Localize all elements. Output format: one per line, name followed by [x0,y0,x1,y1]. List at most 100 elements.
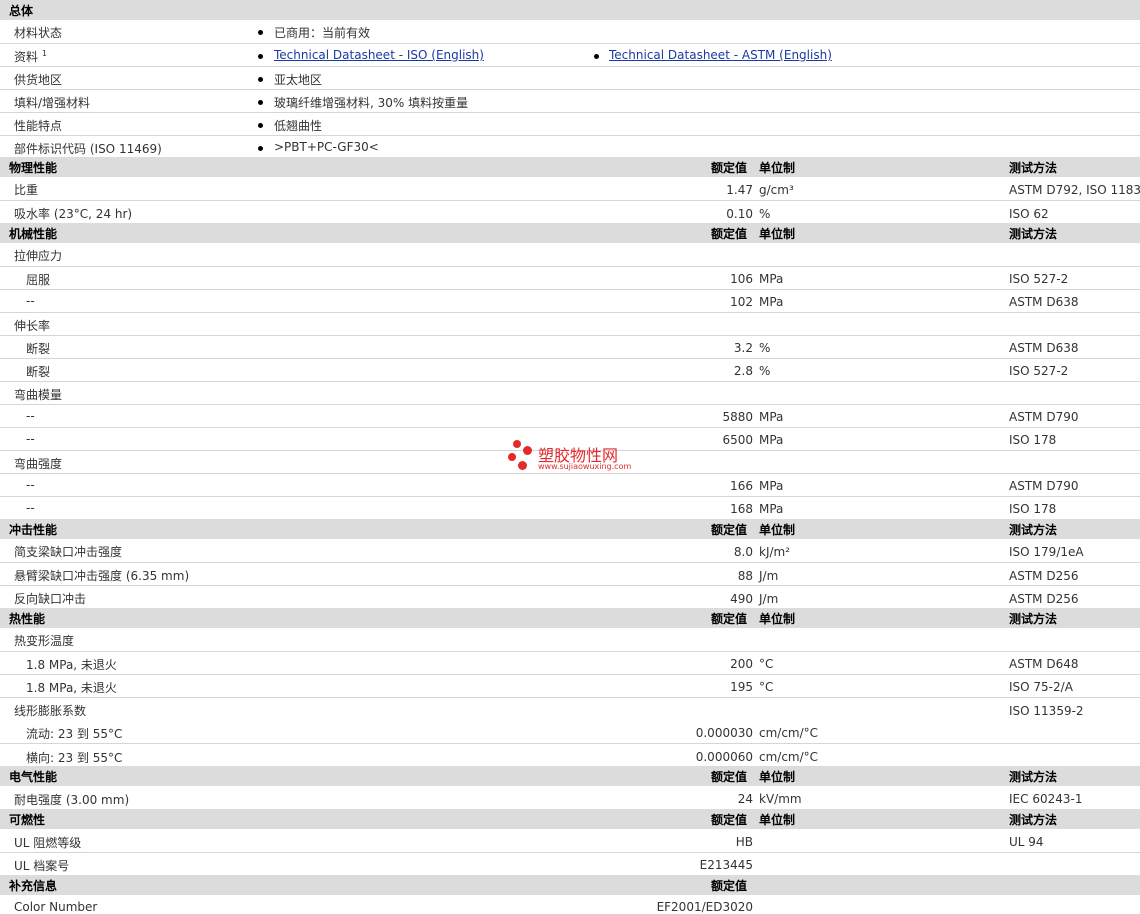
row-ul-rating: UL 阻燃等级 HB UL 94 [0,829,1140,852]
row-method: ISO 178 [1009,433,1057,447]
row-label: 反向缺口冲击 [14,592,87,606]
section-thermal: 热性能 额定值 单位制 测试方法 [0,608,1140,628]
row-marking-code: 部件标识代码 (ISO 11469) >PBT+PC-GF30< [0,135,1140,158]
row-clte-transverse: 横向: 23 到 55°C 0.000060 cm/cm/°C [0,743,1140,766]
row-value: 0.000060 [695,750,753,764]
row-label: 热变形温度 [14,634,75,648]
row-clte: 线形膨胀系数 ISO 11359-2 [0,697,1140,720]
row-label: Color Number [14,900,98,914]
section-additional: 补充信息 额定值 [0,875,1140,895]
header-unit: 单位制 [759,161,796,175]
row-method: ISO 527-2 [1009,272,1069,286]
row-value: 1.47 [726,183,753,197]
row-method: ASTM D792, ISO 1183 [1009,183,1140,197]
row-unit: MPa [759,433,784,447]
row-label: 1.8 MPa, 未退火 [26,681,117,695]
row-flexural-modulus: 弯曲模量 [0,381,1140,404]
row-unit: cm/cm/°C [759,750,819,764]
row-method: ASTM D790 [1009,479,1079,493]
row-ul-file: UL 档案号 E213445 [0,852,1140,875]
watermark-url: www.sujiaowuxing.com [538,462,632,471]
row-label: 供货地区 [14,73,63,87]
row-filler: 填料/增强材料 玻璃纤维增强材料, 30% 填料按重量 [0,89,1140,112]
row-value: EF2001/ED3020 [656,900,753,914]
row-water-absorption: 吸水率 (23°C, 24 hr) 0.10 % ISO 62 [0,200,1140,223]
header-nominal: 额定值 [711,161,748,175]
bullet-icon [594,54,599,59]
bullet-icon [258,123,263,128]
row-hdt: 热变形温度 [0,628,1140,651]
bullet-icon [258,77,263,82]
datasheet-astm-link[interactable]: Technical Datasheet - ASTM (English) [609,48,832,62]
row-tensile-stress: 拉伸应力 [0,243,1140,266]
header-unit: 单位制 [759,227,796,241]
row-value: 0.10 [726,207,753,221]
row-value: 200 [730,657,753,671]
header-nominal: 额定值 [711,813,748,827]
row-flexural-strength-iso: -- 168 MPa ISO 178 [0,496,1140,519]
row-value: 已商用：当前有效 [274,26,371,40]
section-flammability: 可燃性 额定值 单位制 测试方法 [0,809,1140,829]
bullet-icon [258,54,263,59]
section-title: 总体 [9,4,34,18]
row-label: 流动: 23 到 55°C [26,727,123,741]
header-method: 测试方法 [1009,813,1058,827]
row-value: HB [735,835,753,849]
row-label: 资料 1 [14,49,47,64]
bullet-icon [258,30,263,35]
header-unit: 单位制 [759,770,796,784]
header-nominal: 额定值 [711,770,748,784]
row-flexural-strength-astm: -- 166 MPa ASTM D790 [0,473,1140,496]
row-documents: 资料 1 Technical Datasheet - ISO (English)… [0,43,1140,66]
row-value: 166 [730,479,753,493]
row-label: UL 阻燃等级 [14,836,82,850]
row-unit: MPa [759,410,784,424]
row-method: UL 94 [1009,835,1044,849]
header-method: 测试方法 [1009,770,1058,784]
datasheet-iso-link[interactable]: Technical Datasheet - ISO (English) [274,48,484,62]
row-label: 填料/增强材料 [14,96,91,110]
row-label: UL 档案号 [14,859,70,873]
row-value: 195 [730,680,753,694]
header-nominal: 额定值 [711,879,748,893]
row-unit: MPa [759,272,784,286]
row-unit: MPa [759,479,784,493]
row-unit: MPa [759,295,784,309]
row-label: 简支梁缺口冲击强度 [14,545,123,559]
row-unit: °C [759,657,774,671]
row-label: 横向: 23 到 55°C [26,751,123,765]
row-clte-flow: 流动: 23 到 55°C 0.000030 cm/cm/°C [0,720,1140,743]
row-unit: J/m [759,569,779,583]
row-label: -- [26,478,35,492]
row-method: ASTM D256 [1009,592,1079,606]
row-value: 24 [737,792,753,806]
row-label: 吸水率 (23°C, 24 hr) [14,207,133,221]
row-label: 伸长率 [14,319,51,333]
watermark-logo: 塑胶物性网 www.sujiaowuxing.com [505,440,645,474]
header-nominal: 额定值 [711,523,748,537]
section-mechanical: 机械性能 额定值 单位制 测试方法 [0,223,1140,243]
row-value: 0.000030 [695,726,753,740]
row-method: ISO 62 [1009,207,1049,221]
row-label: 悬臂梁缺口冲击强度 (6.35 mm) [14,569,190,583]
row-elongation-iso: 断裂 2.8 % ISO 527-2 [0,358,1140,381]
row-label: 性能特点 [14,119,63,133]
row-tensile-yield: 屈服 106 MPa ISO 527-2 [0,266,1140,289]
section-title: 冲击性能 [9,523,58,537]
row-value: 106 [730,272,753,286]
section-title: 可燃性 [9,813,46,827]
row-value: 8.0 [733,545,753,559]
row-unit: °C [759,680,774,694]
row-unit: g/cm³ [759,183,794,197]
header-method: 测试方法 [1009,161,1058,175]
row-method: ASTM D638 [1009,341,1079,355]
row-label: -- [26,294,35,308]
section-impact: 冲击性能 额定值 单位制 测试方法 [0,519,1140,539]
row-dielectric-strength: 耐电强度 (3.00 mm) 24 kV/mm IEC 60243-1 [0,786,1140,809]
header-unit: 单位制 [759,813,796,827]
row-method: ASTM D790 [1009,410,1079,424]
row-label: 材料状态 [14,26,63,40]
section-title: 机械性能 [9,227,58,241]
row-method: ASTM D638 [1009,295,1079,309]
row-label: 断裂 [26,365,51,379]
